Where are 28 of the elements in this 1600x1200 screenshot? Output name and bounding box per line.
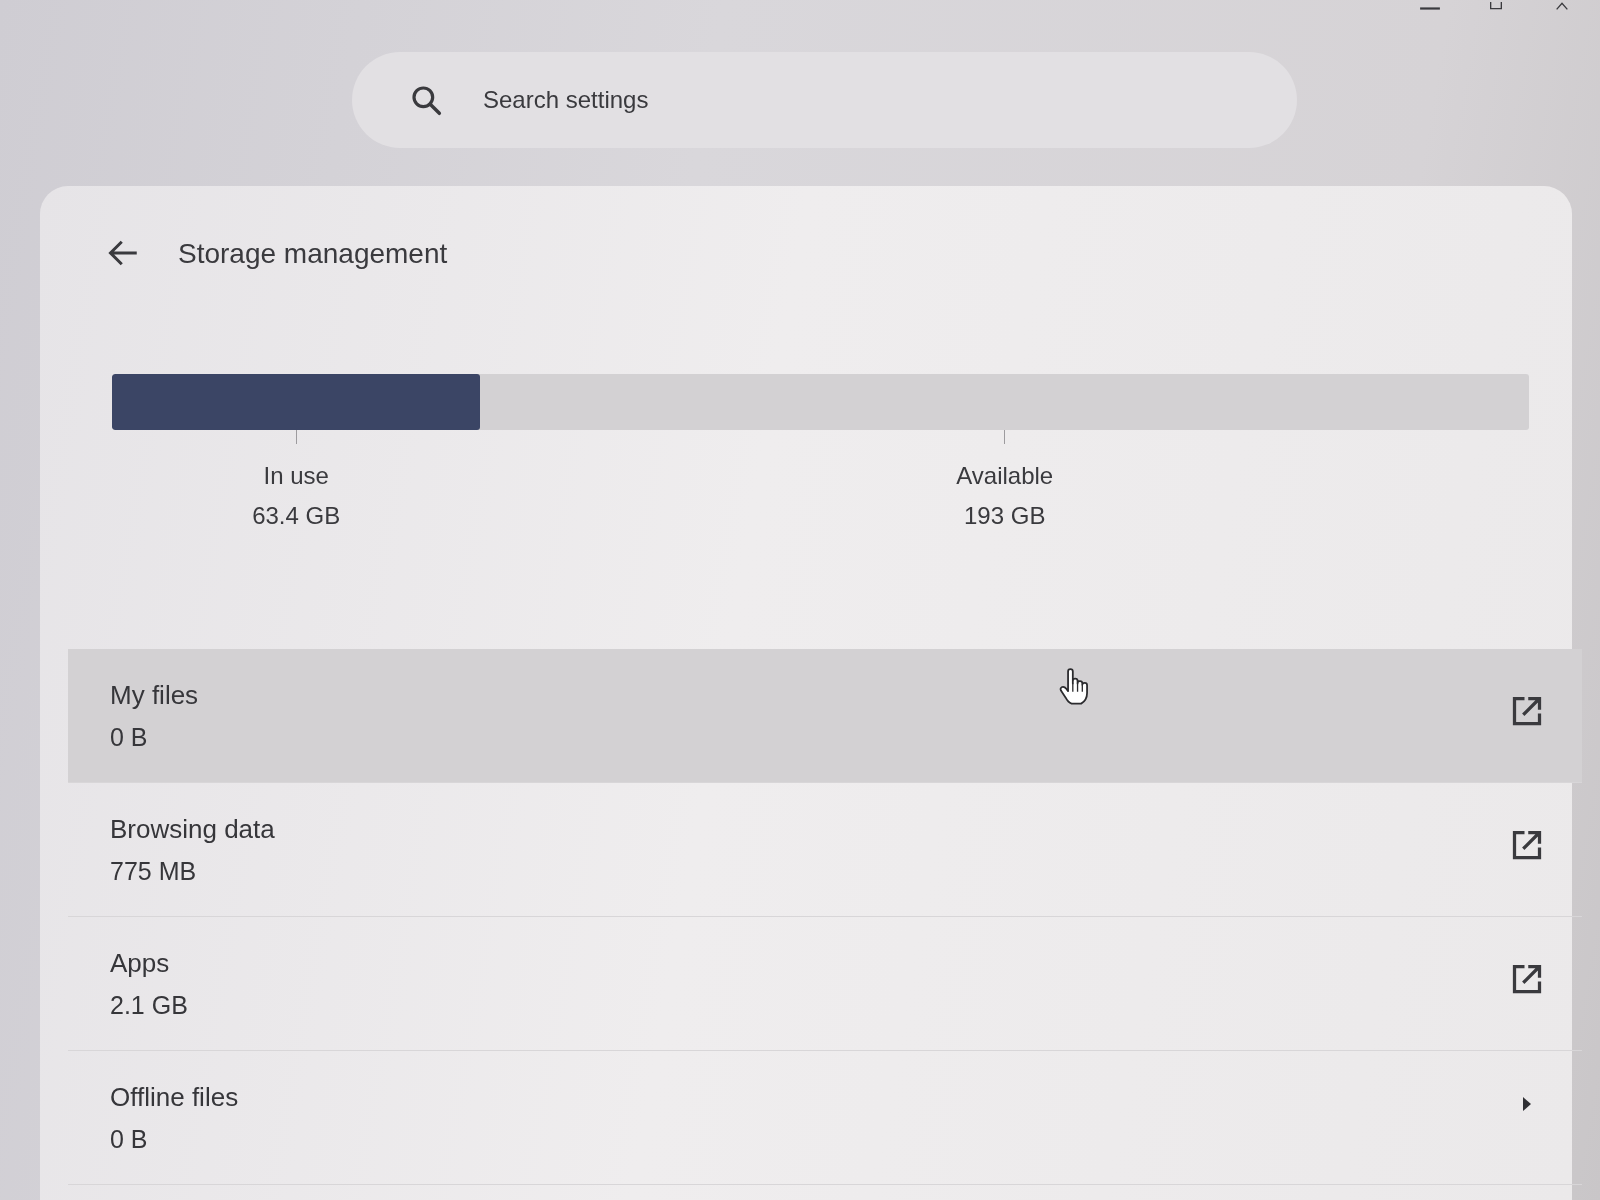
- item-label: Offline files: [110, 1080, 239, 1114]
- item-size: 775 MB: [110, 855, 198, 887]
- hand-cursor-icon: [1058, 668, 1090, 706]
- item-size: 2.1 GB: [110, 989, 188, 1021]
- page-title: Storage management: [178, 238, 448, 270]
- search-field[interactable]: Search settings: [352, 52, 1297, 148]
- external-link-icon: [1512, 963, 1542, 994]
- scale-tick: [1004, 430, 1006, 444]
- search-icon: [410, 84, 442, 116]
- in-use-label: In use: [263, 461, 329, 491]
- item-label: Apps: [110, 946, 171, 980]
- storage-item[interactable]: Apps 2.1 GB: [68, 917, 1582, 1051]
- in-use-value: 63.4 GB: [252, 501, 341, 531]
- item-label: My files: [110, 678, 199, 712]
- scale-tick: [295, 430, 297, 444]
- external-link-icon: [1512, 829, 1542, 860]
- item-label: Browsing data: [110, 812, 275, 846]
- item-size: 0 B: [110, 721, 149, 753]
- minimize-icon: [1419, 6, 1441, 11]
- storage-item[interactable]: Offline files 0 B: [68, 1051, 1582, 1185]
- available-value: 193 GB: [964, 501, 1046, 531]
- external-link-icon: [1512, 695, 1542, 726]
- back-arrow-icon: [108, 239, 138, 267]
- storage-item[interactable]: My files 0 B: [68, 649, 1582, 783]
- available-label: Available: [956, 461, 1054, 491]
- storage-item[interactable]: Browsing data 775 MB: [68, 783, 1582, 917]
- item-size: 0 B: [110, 1123, 149, 1155]
- caret-right-icon: [1523, 1096, 1531, 1111]
